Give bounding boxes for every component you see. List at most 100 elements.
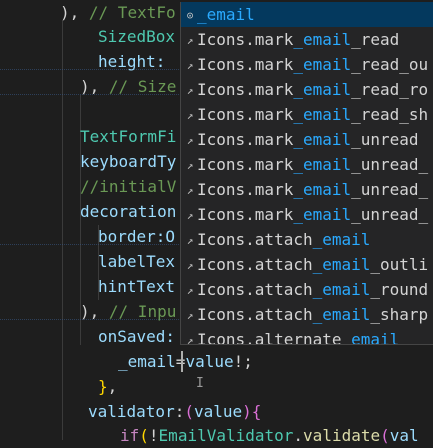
code-token: // TextFo: [88, 3, 176, 22]
suggestion-item[interactable]: ↗ Icons.mark_email_read_sh: [181, 102, 433, 127]
code-line[interactable]: decoration: [80, 199, 176, 224]
code-token: height:: [98, 52, 176, 71]
code-token: {: [251, 402, 262, 421]
code-token: !: [148, 426, 159, 445]
suggestion-item[interactable]: ↗ Icons.attach_email_sharp: [181, 302, 433, 327]
code-line[interactable]: ), // Size: [80, 74, 176, 99]
suggestion-match: _email: [293, 55, 352, 74]
suggestion-item[interactable]: ↗ Icons.mark_email_unread: [181, 127, 433, 152]
suggestion-match: _email: [293, 205, 352, 224]
code-line[interactable]: labelTex: [98, 249, 175, 274]
code-token: ),: [80, 77, 109, 96]
code-line[interactable]: TextFormFi: [80, 124, 176, 149]
suggestion-suffix: _read_sh: [351, 105, 429, 124]
code-token: }: [98, 377, 108, 396]
code-line[interactable]: SizedBox: [98, 24, 175, 49]
suggestion-match: _email: [293, 130, 352, 149]
code-line[interactable]: //initialV: [80, 174, 176, 199]
wrench-icon: ↗: [186, 159, 194, 172]
code-line[interactable]: _email=value!;: [118, 349, 253, 374]
suggestion-item[interactable]: ↗ Icons.alternate email: [181, 327, 433, 345]
suggestion-prefix: Icons.mark: [197, 105, 294, 124]
mouse-ibeam-icon: I: [196, 376, 204, 391]
code-token: value: [185, 352, 234, 371]
code-token: (: [184, 402, 194, 421]
code-line[interactable]: onSaved:: [98, 324, 175, 349]
text-cursor: [181, 351, 183, 372]
suggestion-suffix: _round: [370, 280, 429, 299]
suggestion-suffix: _unread_: [351, 205, 429, 224]
code-token: ,: [107, 377, 118, 396]
suggestion-match: _email: [312, 230, 371, 249]
code-token: value: [193, 402, 243, 421]
suggestion-match: _email: [312, 255, 371, 274]
code-token: EmailValidator: [158, 426, 294, 445]
suggestion-match: _email: [293, 155, 352, 174]
suggestion-suffix: _unread: [351, 130, 419, 149]
suggestion-item[interactable]: ↗ Icons.mark_email_read_ou: [181, 52, 433, 77]
code-token: !;: [233, 352, 253, 371]
code-token: SizedBox: [98, 27, 176, 46]
code-token: labelTex: [98, 252, 176, 271]
code-token: :: [174, 402, 185, 421]
code-line[interactable]: ), // Inpu: [80, 299, 176, 324]
code-token: // Size: [108, 77, 177, 96]
suggestion-suffix: _read_ou: [351, 55, 429, 74]
code-token: .: [293, 426, 304, 445]
code-token: _email: [118, 352, 176, 371]
suggestion-prefix: Icons.attach: [197, 305, 313, 324]
code-token: TextFormFi: [80, 127, 177, 146]
suggestion-item[interactable]: ↗ Icons.attach_email: [181, 227, 433, 252]
code-line[interactable]: height:: [98, 49, 175, 74]
code-line[interactable]: border:O: [98, 224, 175, 249]
suggestion-prefix: Icons.mark: [197, 30, 294, 49]
suggestion-item[interactable]: ↗ Icons.attach_email_outli: [181, 252, 433, 277]
code-line[interactable]: if(!EmailValidator.validate(val: [120, 423, 419, 448]
code-token: ): [242, 402, 252, 421]
wrench-icon: ↗: [186, 334, 194, 345]
code-token: ),: [60, 3, 89, 22]
code-token: border:O: [98, 227, 176, 246]
suggestion-item[interactable]: ↗ Icons.attach_email_round: [181, 277, 433, 302]
wrench-icon: ↗: [186, 209, 194, 222]
suggestion-match: _email: [197, 5, 255, 24]
suggestion-prefix: Icons.mark: [197, 180, 294, 199]
wrench-icon: ↗: [186, 109, 194, 122]
suggestion-item[interactable]: ↗ Icons.mark_email_unread_: [181, 152, 433, 177]
suggestion-item[interactable]: ↗ Icons.mark_email_read: [181, 27, 433, 52]
code-line[interactable]: validator:(value){: [88, 399, 261, 424]
suggestion-list[interactable]: ⊙ _email ↗ Icons.mark_email_read ↗ Icons.mark…: [181, 2, 433, 345]
code-token: val: [389, 426, 419, 445]
code-token: onSaved:: [98, 327, 176, 346]
wrench-icon: ↗: [186, 134, 194, 147]
wrench-icon: ↗: [186, 84, 194, 97]
code-line[interactable]: },: [98, 374, 117, 399]
code-token: hintText: [98, 277, 176, 296]
suggestion-item[interactable]: ↗ Icons.mark_email_unread_: [181, 177, 433, 202]
suggestion-prefix: Icons.mark: [197, 155, 294, 174]
suggestion-match: _email: [293, 80, 352, 99]
field-icon: ⊙: [186, 9, 194, 22]
suggestion-match: _email: [293, 30, 352, 49]
suggestion-prefix: Icons.mark: [197, 205, 294, 224]
suggestion-item[interactable]: ↗ Icons.mark_email_read_ro: [181, 77, 433, 102]
wrench-icon: ↗: [186, 234, 194, 247]
suggestion-prefix: Icons.attach: [197, 230, 313, 249]
suggestion-match: _email: [312, 280, 371, 299]
wrench-icon: ↗: [186, 309, 194, 322]
suggestion-match: email: [341, 330, 400, 345]
autocomplete-popup[interactable]: ⊙ _email ↗ Icons.mark_email_read ↗ Icons.mark…: [180, 2, 433, 345]
code-token: decoration: [80, 202, 177, 221]
suggestion-suffix: _sharp: [370, 305, 429, 324]
code-token: ),: [80, 302, 109, 321]
suggestion-prefix: Icons.attach: [197, 255, 313, 274]
code-line[interactable]: keyboardTy: [80, 149, 176, 174]
wrench-icon: ↗: [186, 184, 194, 197]
suggestion-suffix: _outli: [370, 255, 429, 274]
suggestion-suffix: _read_ro: [351, 80, 429, 99]
suggestion-prefix: Icons.mark: [197, 80, 294, 99]
suggestion-item[interactable]: ⊙ _email: [181, 2, 433, 27]
code-line[interactable]: hintText: [98, 274, 175, 299]
suggestion-item[interactable]: ↗ Icons.mark_email_unread_: [181, 202, 433, 227]
code-line[interactable]: ), // TextFo: [60, 0, 176, 25]
